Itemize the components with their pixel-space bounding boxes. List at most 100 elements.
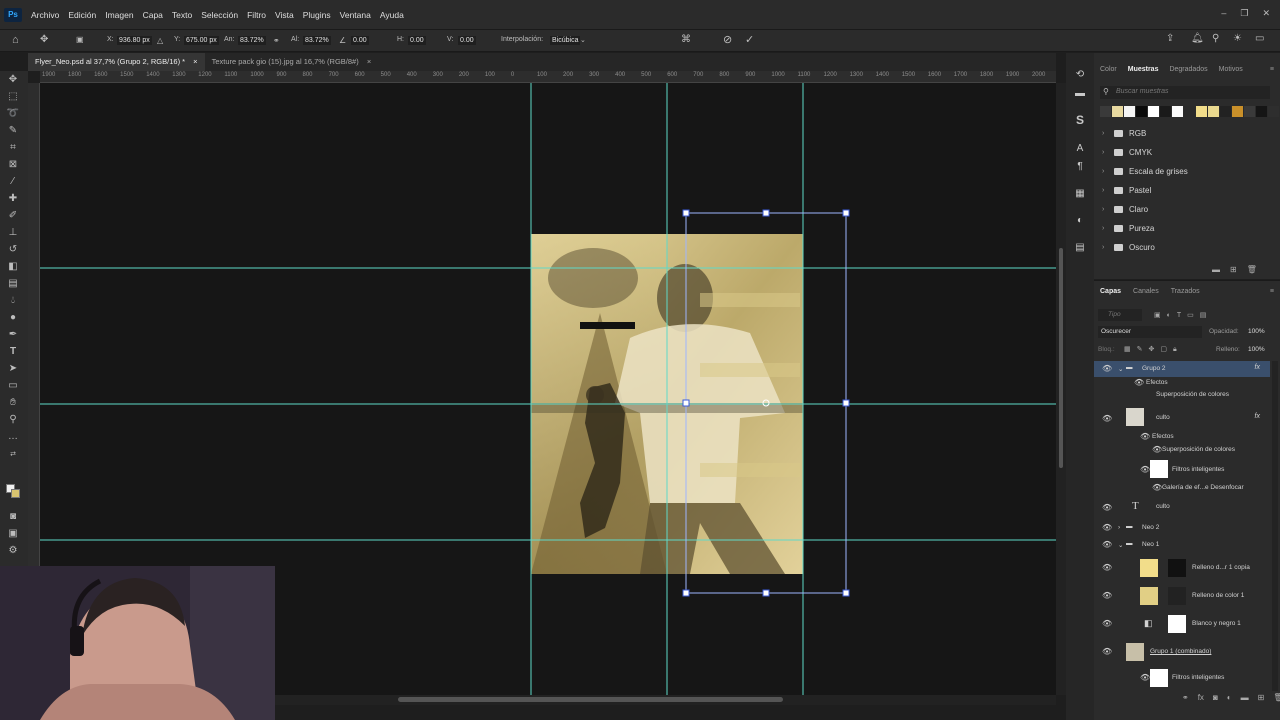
opacity-field[interactable]: 100% — [1248, 328, 1265, 335]
layer-fill[interactable]: 👁︎ Relleno de color 1 — [1094, 584, 1270, 608]
eye-icon[interactable]: 👁︎ — [1102, 647, 1112, 656]
eye-icon[interactable]: 👁︎ — [1140, 465, 1150, 474]
marquee-tool-icon[interactable]: ⬚ — [6, 91, 20, 103]
eye-icon[interactable]: 👁︎ — [1102, 563, 1112, 572]
healing-brush-tool-icon[interactable]: ✚ — [6, 193, 20, 205]
dodge-tool-icon[interactable]: ● — [6, 312, 20, 324]
menu-texto[interactable]: Texto — [172, 10, 192, 20]
eye-icon[interactable]: 👁︎ — [1102, 540, 1112, 549]
new-group-icon[interactable]: ▬ — [1212, 265, 1220, 274]
fill-field[interactable]: 100% — [1248, 346, 1265, 353]
adjustments-icon[interactable]: ◐ — [1074, 215, 1086, 227]
layer-fill-copy[interactable]: 👁︎ Relleno d...r 1 copia — [1094, 556, 1270, 580]
quick-selection-tool-icon[interactable]: ✎ — [6, 125, 20, 137]
color-swatch[interactable] — [1184, 106, 1195, 117]
clone-stamp-tool-icon[interactable]: ⊥ — [6, 227, 20, 239]
layer-neo-2[interactable]: 👁︎ › ▬ Neo 2 — [1094, 521, 1270, 535]
swatch-folder-pastel[interactable]: › Pastel — [1102, 181, 1272, 200]
blur-tool-icon[interactable]: 💧︎ — [6, 295, 20, 307]
paragraph-icon[interactable]: ¶ — [1074, 161, 1086, 173]
restore-icon[interactable]: ❐ — [1240, 8, 1248, 19]
chevron-down-icon[interactable]: ⌄ — [1118, 541, 1123, 549]
background-color[interactable] — [11, 489, 20, 498]
share-icon[interactable]: ⇪ — [1166, 33, 1174, 44]
menu-imagen[interactable]: Imagen — [105, 10, 133, 20]
link-layers-icon[interactable]: ⚭ — [1182, 693, 1189, 702]
new-group-icon[interactable]: ▬ — [1241, 693, 1249, 702]
lock-icons[interactable]: ▦✎✥▢🔒︎ — [1124, 345, 1183, 354]
libraries-icon[interactable]: ▦ — [1074, 188, 1086, 200]
lasso-tool-icon[interactable]: ➰ — [6, 108, 20, 120]
frame-tool-icon[interactable]: ⊠ — [6, 159, 20, 171]
scroll-thumb[interactable] — [1059, 248, 1063, 468]
color-swatch[interactable] — [1232, 106, 1243, 117]
eye-icon[interactable]: 👁︎ — [1102, 414, 1112, 423]
history-brush-tool-icon[interactable]: ↺ — [6, 244, 20, 256]
menu-vista[interactable]: Vista — [275, 10, 294, 20]
new-adjustment-icon[interactable]: ◐ — [1227, 693, 1232, 702]
swap-colors-icon[interactable]: ⇄ — [6, 449, 20, 461]
menu-plugins[interactable]: Plugins — [303, 10, 331, 20]
menu-capa[interactable]: Capa — [143, 10, 163, 20]
reference-point-icon[interactable]: ▣ — [76, 35, 84, 44]
swatch-folder-pureza[interactable]: › Pureza — [1102, 219, 1272, 238]
angle-field[interactable]: 0.00 — [351, 36, 369, 45]
swatch-search-input[interactable]: ⚲ Buscar muestras — [1100, 86, 1270, 99]
lightbulb-icon[interactable]: ☀ — [1233, 33, 1242, 44]
menu-seleccion[interactable]: Selección — [201, 10, 238, 20]
swatch-folder-cmyk[interactable]: › CMYK — [1102, 143, 1272, 162]
type-tool-icon[interactable]: T — [6, 346, 20, 358]
eye-icon[interactable]: 👁︎ — [1152, 445, 1162, 454]
move-tool-preset-icon[interactable]: ✥ — [40, 34, 48, 45]
layer-grupo-2[interactable]: 👁︎ ⌄ ▬ Grupo 2 fx — [1094, 361, 1270, 377]
add-mask-icon[interactable]: ◙ — [1213, 693, 1218, 702]
search-icon[interactable]: ⚲ — [1212, 33, 1219, 44]
eye-icon[interactable]: 👁︎ — [1102, 364, 1112, 373]
tab-muestras[interactable]: Muestras — [1128, 66, 1159, 73]
height-field[interactable]: 83.72% — [303, 36, 331, 45]
more-tools-icon[interactable]: … — [6, 431, 20, 443]
layer-filter-input[interactable]: Tipo — [1098, 308, 1142, 321]
tab-trazados[interactable]: Trazados — [1171, 288, 1200, 295]
chevron-right-icon[interactable]: › — [1118, 524, 1120, 531]
new-layer-icon[interactable]: ⊞ — [1258, 693, 1265, 702]
color-swatch[interactable] — [1148, 106, 1159, 117]
workspace-icon[interactable]: ▭ — [1255, 33, 1264, 44]
swatch-folder-claro[interactable]: › Claro — [1102, 200, 1272, 219]
interpolation-select[interactable]: Bicúbica — [550, 36, 581, 45]
hand-tool-icon[interactable]: ✋︎ — [6, 397, 20, 409]
layers-scrollbar[interactable] — [1272, 361, 1278, 691]
panel-menu-icon[interactable]: ≡ — [1270, 288, 1274, 295]
path-selection-tool-icon[interactable]: ➤ — [6, 363, 20, 375]
trash-icon[interactable]: 🗑︎ — [1273, 693, 1280, 702]
eye-icon[interactable]: 👁︎ — [1140, 673, 1150, 682]
tab-flyer-neo[interactable]: Flyer_Neo.psd al 37,7% (Grupo 2, RGB/16)… — [28, 53, 205, 71]
screen-mode-icon[interactable]: ▣ — [6, 528, 20, 540]
color-swatch[interactable] — [1196, 106, 1207, 117]
eye-icon[interactable]: 👁︎ — [1140, 432, 1150, 441]
tab-degradados[interactable]: Degradados — [1169, 66, 1207, 73]
menu-filtro[interactable]: Filtro — [247, 10, 266, 20]
layer-culto-smart[interactable]: 👁︎ culto fx — [1094, 405, 1270, 431]
commit-transform-icon[interactable]: ✓ — [745, 33, 754, 46]
history-icon[interactable]: ⟲ — [1074, 69, 1086, 81]
eye-icon[interactable]: 👁︎ — [1102, 591, 1112, 600]
minimize-icon[interactable]: – — [1221, 8, 1226, 19]
swatch-folder-grises[interactable]: › Escala de grises — [1102, 162, 1272, 181]
swatch-folder-rgb[interactable]: › RGB — [1102, 124, 1272, 143]
zoom-tool-icon[interactable]: ⚲ — [6, 414, 20, 426]
vertical-scrollbar[interactable] — [1056, 83, 1066, 695]
pen-tool-icon[interactable]: ✒ — [6, 329, 20, 341]
move-tool-icon[interactable]: ✥ — [6, 74, 20, 86]
link-icon[interactable]: ⚭ — [273, 36, 280, 45]
eraser-tool-icon[interactable]: ◧ — [6, 261, 20, 273]
new-swatch-icon[interactable]: ⊞ — [1230, 265, 1237, 274]
comments-icon[interactable]: ▬ — [1074, 88, 1086, 100]
eyedropper-tool-icon[interactable]: ⁄ — [6, 176, 20, 188]
fx-icon[interactable]: fx — [1255, 364, 1260, 371]
rectangle-tool-icon[interactable]: ▭ — [6, 380, 20, 392]
eye-icon[interactable]: 👁︎ — [1102, 503, 1112, 512]
layer-grupo-1-combinado[interactable]: 👁︎ Grupo 1 (combinado) — [1094, 640, 1270, 664]
color-swatch[interactable] — [1160, 106, 1171, 117]
layer-black-white[interactable]: 👁︎ ◧ Blanco y negro 1 — [1094, 612, 1270, 636]
